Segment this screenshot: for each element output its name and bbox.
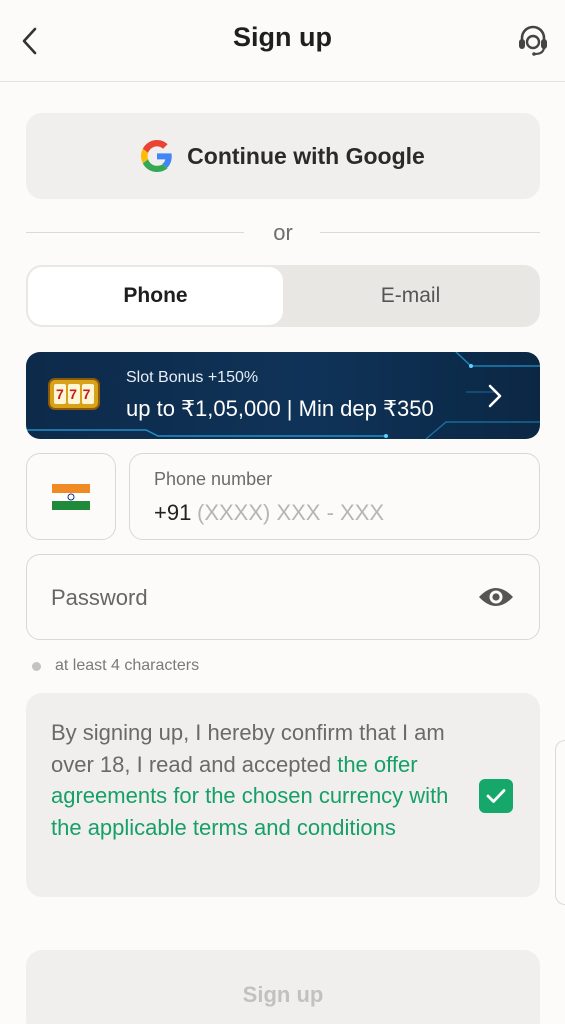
signup-method-tabs: Phone E-mail xyxy=(26,265,540,327)
divider-text: or xyxy=(273,220,293,245)
sign-up-button[interactable]: Sign up xyxy=(26,950,540,1024)
google-button-label: Continue with Google xyxy=(187,142,425,169)
phone-field-label: Phone number xyxy=(154,469,273,489)
india-flag-icon xyxy=(52,483,90,510)
bonus-details: up to ₹1,05,000 | Min dep ₹350 xyxy=(126,396,434,421)
country-code: +91 xyxy=(154,500,192,525)
sign-up-button-label: Sign up xyxy=(242,982,324,1007)
slot-machine-icon: 777 xyxy=(48,378,100,410)
phone-placeholder: (XXXX) XXX - XXX xyxy=(197,500,385,525)
bonus-title: Slot Bonus +150% xyxy=(126,369,259,386)
eye-icon xyxy=(479,588,513,606)
google-icon xyxy=(141,140,172,172)
hint-text: at least 4 characters xyxy=(55,657,200,674)
country-selector[interactable] xyxy=(26,453,116,540)
continue-with-google-button[interactable]: Continue with Google xyxy=(26,113,540,199)
chevron-right-icon xyxy=(488,384,502,408)
support-button[interactable] xyxy=(513,20,553,60)
terms-checkbox[interactable] xyxy=(479,779,513,813)
slot-bonus-banner[interactable]: 777 Slot Bonus +150% up to ₹1,05,000 | M… xyxy=(26,352,540,439)
phone-number-field[interactable]: Phone number +91 (XXXX) XXX - XXX xyxy=(129,453,540,540)
password-placeholder: Password xyxy=(51,585,148,610)
side-panel-edge xyxy=(555,740,565,905)
terms-text: By signing up, I hereby confirm that I a… xyxy=(51,717,471,843)
headset-icon xyxy=(519,25,547,56)
or-divider: or xyxy=(26,216,540,248)
tab-email[interactable]: E-mail xyxy=(283,267,538,325)
hint-bullet xyxy=(32,661,41,671)
app-header: Sign up xyxy=(0,0,565,82)
tab-phone[interactable]: Phone xyxy=(28,267,283,325)
password-field[interactable]: Password xyxy=(26,554,540,640)
terms-agreement-box: By signing up, I hereby confirm that I a… xyxy=(26,693,540,897)
checkmark-icon xyxy=(486,789,506,803)
divider-line-right xyxy=(320,232,540,233)
toggle-password-visibility-button[interactable] xyxy=(477,582,515,612)
password-hint: at least 4 characters xyxy=(32,656,199,676)
slot-digit-1: 777 xyxy=(56,386,96,402)
page-title: Sign up xyxy=(233,22,332,52)
